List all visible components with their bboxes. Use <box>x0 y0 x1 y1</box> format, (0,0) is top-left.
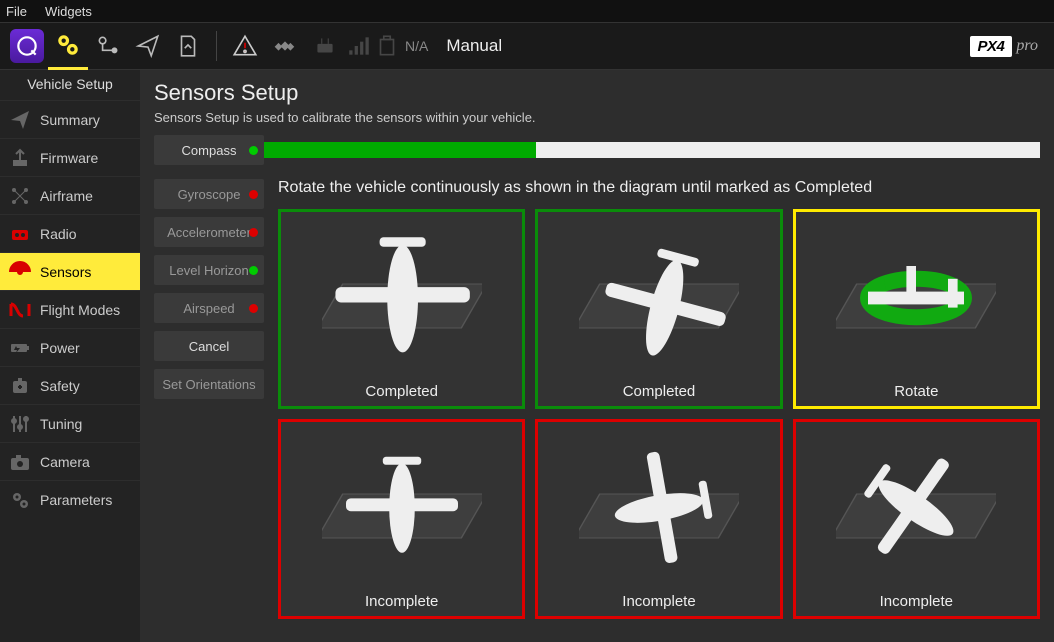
rc-icon <box>305 22 345 70</box>
sidebar-title: Vehicle Setup <box>0 70 140 100</box>
cal-button-label: Cancel <box>189 339 229 354</box>
sidebar-item-sensors[interactable]: Sensors <box>0 252 140 290</box>
satellite-icon[interactable] <box>265 22 305 70</box>
calibration-buttons: Gyroscope Accelerometer Level Horizon Ai… <box>154 179 264 619</box>
gyroscope-button[interactable]: Gyroscope <box>154 179 264 209</box>
menu-widgets[interactable]: Widgets <box>45 4 92 19</box>
brand-logo: PX4 pro <box>970 36 1039 57</box>
toolbar-divider <box>216 31 217 61</box>
page-description: Sensors Setup is used to calibrate the s… <box>154 110 1040 125</box>
sidebar-item-label: Parameters <box>40 492 112 508</box>
level-horizon-button[interactable]: Level Horizon <box>154 255 264 285</box>
sidebar-item-parameters[interactable]: Parameters <box>0 480 140 518</box>
sidebar-item-firmware[interactable]: Firmware <box>0 138 140 176</box>
sidebar-item-safety[interactable]: Safety <box>0 366 140 404</box>
status-dot-icon <box>249 304 258 313</box>
warning-icon[interactable] <box>225 22 265 70</box>
orientation-cell-incomplete: Incomplete <box>278 419 525 619</box>
status-dot-icon <box>249 228 258 237</box>
orientation-cell-rotate: Rotate <box>793 209 1040 409</box>
orientation-cell-completed: Completed <box>535 209 782 409</box>
status-dot-icon <box>249 190 258 199</box>
sidebar-item-camera[interactable]: Camera <box>0 442 140 480</box>
cal-button-label: Airspeed <box>183 301 234 316</box>
sidebar-item-label: Radio <box>40 226 77 242</box>
sidebar-item-label: Power <box>40 340 80 356</box>
plane-icon[interactable] <box>128 22 168 70</box>
brand-px4: PX4 <box>970 36 1013 57</box>
accelerometer-button[interactable]: Accelerometer <box>154 217 264 247</box>
menu-bar: File Widgets <box>0 0 1054 22</box>
orientation-status-label: Rotate <box>796 383 1037 406</box>
sidebar-item-label: Safety <box>40 378 80 394</box>
flight-mode-label[interactable]: Manual <box>446 36 502 56</box>
sidebar-item-label: Summary <box>40 112 100 128</box>
menu-file[interactable]: File <box>6 4 27 19</box>
set-orientations-button[interactable]: Set Orientations <box>154 369 264 399</box>
setup-icon[interactable] <box>48 22 88 70</box>
page-title: Sensors Setup <box>154 80 1040 106</box>
sidebar-item-tuning[interactable]: Tuning <box>0 404 140 442</box>
calibration-progress-bar <box>264 142 1040 158</box>
orientation-grid: Completed Completed Rotate Incomplete Incomp… <box>278 209 1040 619</box>
sidebar-item-label: Airframe <box>40 188 93 204</box>
compass-button[interactable]: Compass <box>154 135 264 165</box>
sidebar-item-summary[interactable]: Summary <box>0 100 140 138</box>
calibration-instruction: Rotate the vehicle continuously as shown… <box>278 179 1040 197</box>
signal-icon <box>345 22 373 70</box>
orientation-diagram <box>796 212 1037 383</box>
battery-icon <box>373 22 401 70</box>
sidebar-item-power[interactable]: Power <box>0 328 140 366</box>
cal-button-label: Accelerometer <box>167 225 251 240</box>
sidebar-item-label: Flight Modes <box>40 302 120 318</box>
airspeed-button[interactable]: Airspeed <box>154 293 264 323</box>
sidebar-item-radio[interactable]: Radio <box>0 214 140 252</box>
orientation-diagram <box>796 422 1037 593</box>
orientation-status-label: Incomplete <box>538 593 779 616</box>
orientation-cell-incomplete: Incomplete <box>535 419 782 619</box>
sidebar-item-airframe[interactable]: Airframe <box>0 176 140 214</box>
analyze-icon[interactable] <box>168 22 208 70</box>
orientation-cell-completed: Completed <box>278 209 525 409</box>
sidebar-item-label: Camera <box>40 454 90 470</box>
sidebar-item-flight-modes[interactable]: Flight Modes <box>0 290 140 328</box>
app-logo-icon[interactable] <box>10 29 44 63</box>
orientation-status-label: Completed <box>281 383 522 406</box>
battery-na-label: N/A <box>405 38 428 54</box>
cal-button-label: Set Orientations <box>162 377 255 392</box>
cal-button-label: Level Horizon <box>169 263 249 278</box>
progress-fill <box>264 142 536 158</box>
compass-button-label: Compass <box>182 143 237 158</box>
sidebar-item-label: Sensors <box>40 264 91 280</box>
waypoint-icon[interactable] <box>88 22 128 70</box>
cal-button-label: Gyroscope <box>178 187 241 202</box>
status-dot-icon <box>249 266 258 275</box>
orientation-status-label: Incomplete <box>796 593 1037 616</box>
orientation-status-label: Incomplete <box>281 593 522 616</box>
orientation-status-label: Completed <box>538 383 779 406</box>
cancel-button[interactable]: Cancel <box>154 331 264 361</box>
sidebar-item-label: Firmware <box>40 150 98 166</box>
sidebar: Vehicle Setup Summary Firmware Airframe … <box>0 70 140 642</box>
status-dot-icon <box>249 146 258 155</box>
brand-pro: pro <box>1016 37 1038 55</box>
orientation-diagram <box>281 422 522 593</box>
orientation-cell-incomplete: Incomplete <box>793 419 1040 619</box>
orientation-diagram <box>281 212 522 383</box>
content-panel: Sensors Setup Sensors Setup is used to c… <box>140 70 1054 642</box>
toolbar: N/A Manual PX4 pro <box>0 22 1054 70</box>
sidebar-item-label: Tuning <box>40 416 82 432</box>
orientation-diagram <box>538 212 779 383</box>
orientation-diagram <box>538 422 779 593</box>
